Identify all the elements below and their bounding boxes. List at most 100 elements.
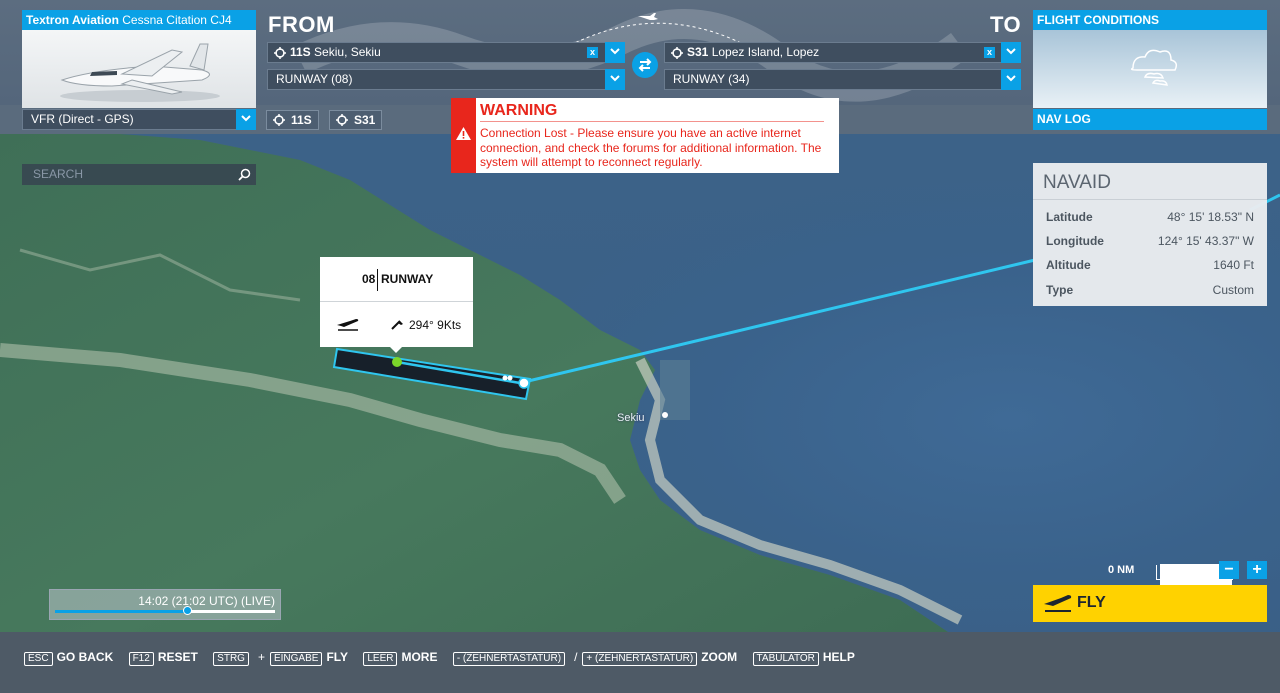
aircraft-image — [22, 30, 256, 108]
crosshair-icon — [336, 114, 348, 126]
nav-log-button[interactable]: NAV LOG — [1033, 109, 1267, 130]
navaid-key: Type — [1046, 283, 1074, 297]
runway-number: 08 — [362, 272, 376, 286]
hint-operator: / — [574, 650, 578, 664]
key-cap: ESC — [24, 652, 53, 666]
key-cap: + (ZEHNERTASTATUR) — [582, 652, 698, 666]
hint-help[interactable]: TABULATOR HELP — [752, 650, 855, 666]
zoom-out-button[interactable]: − — [1219, 561, 1239, 579]
navaid-row: Type Custom — [1046, 283, 1254, 301]
to-label: TO — [990, 12, 1022, 37]
hint-label: RESET — [157, 650, 198, 664]
hint-label: HELP — [822, 650, 855, 664]
warning-divider — [480, 121, 824, 122]
navaid-value: Custom — [1212, 283, 1254, 297]
key-cap: F12 — [128, 652, 154, 666]
runway-separator — [377, 269, 378, 291]
departure-code: 11S — [290, 45, 311, 59]
map-search[interactable] — [22, 164, 256, 185]
time-slider-handle[interactable] — [183, 606, 192, 615]
navaid-row: Longitude 124° 15' 43.37" W — [1046, 234, 1254, 252]
warning-icon — [456, 127, 471, 140]
swap-icon — [638, 58, 652, 72]
hint-label: ZOOM — [701, 650, 738, 664]
hint-more[interactable]: LEER MORE — [363, 650, 437, 666]
departure-dropdown-button[interactable] — [605, 42, 625, 63]
time-of-day-slider[interactable]: 14:02 (21:02 UTC) (LIVE) — [49, 589, 281, 620]
navaid-value: 48° 15' 18.53" N — [1167, 210, 1254, 224]
waypoint-chip-arrival[interactable]: S31 — [329, 110, 382, 130]
departure-runway-dropdown-button[interactable] — [605, 69, 625, 90]
aircraft-card[interactable]: Textron Aviation Cessna Citation CJ4 — [22, 10, 256, 108]
jet-icon — [60, 43, 220, 102]
navaid-key: Latitude — [1046, 210, 1093, 224]
arrival-runway-select[interactable]: RUNWAY (34) — [664, 69, 1021, 90]
map-place-label: Sekiu — [617, 412, 645, 424]
hint-operator: + — [257, 650, 265, 664]
fly-label: FLY — [1077, 594, 1106, 611]
flight-conditions-card[interactable]: FLIGHT CONDITIONS — [1033, 10, 1267, 108]
flight-type-value: VFR (Direct - GPS) — [31, 112, 134, 126]
zoom-in-button[interactable]: + — [1247, 561, 1267, 579]
runway-popup[interactable]: 08 RUNWAY 294° 9Kts — [320, 257, 473, 353]
departure-runway-select[interactable]: RUNWAY (08) — [267, 69, 625, 90]
hint-fly[interactable]: STRG + EINGABE FLY — [213, 650, 348, 666]
navaid-panel: NAVAID Latitude 48° 15' 18.53" N Longitu… — [1033, 163, 1267, 306]
crosshair-icon — [274, 47, 286, 59]
arrival-runway-dropdown-button[interactable] — [1001, 69, 1021, 90]
waypoint-chip-label: 11S — [291, 113, 312, 127]
waypoint-chip-departure[interactable]: 11S — [266, 110, 319, 130]
arrival-airport-field[interactable]: S31 Lopez Island, Lopez x — [664, 42, 1021, 63]
runway-popup-header: 08 RUNWAY — [320, 257, 473, 302]
clear-arrival-button[interactable]: x — [984, 47, 995, 58]
chevron-down-icon — [1006, 75, 1016, 82]
navaid-key: Longitude — [1046, 234, 1104, 248]
arrival-name: Lopez Island, Lopez — [711, 45, 820, 59]
hint-reset[interactable]: F12 RESET — [128, 650, 198, 666]
key-cap: LEER — [363, 652, 398, 666]
chevron-down-icon — [1006, 48, 1016, 55]
wind-icon — [391, 320, 403, 330]
flight-type-select[interactable]: VFR (Direct - GPS) — [22, 109, 256, 130]
popup-pointer — [389, 346, 403, 353]
key-cap: EINGABE — [269, 652, 323, 666]
search-input[interactable] — [33, 164, 223, 185]
hint-label: MORE — [401, 650, 438, 664]
key-cap: TABULATOR — [752, 652, 819, 666]
navaid-row: Altitude 1640 Ft — [1046, 258, 1254, 276]
hint-zoom[interactable]: - (ZEHNERTASTATUR) / + (ZEHNERTASTATUR) ZOO… — [452, 650, 738, 666]
departure-runway-value: RUNWAY (08) — [276, 72, 353, 86]
clear-departure-button[interactable]: x — [587, 47, 598, 58]
time-track[interactable] — [55, 606, 275, 615]
aircraft-header: Textron Aviation Cessna Citation CJ4 — [22, 10, 256, 30]
hint-label: FLY — [326, 650, 348, 664]
time-track-fill — [55, 610, 187, 613]
waypoint-chip-label: S31 — [354, 113, 376, 127]
map-scale-label: 0 NM — [1108, 564, 1135, 576]
aircraft-model: Cessna Citation CJ4 — [122, 13, 232, 27]
key-cap: - (ZEHNERTASTATUR) — [452, 652, 566, 666]
flight-type-dropdown-button[interactable] — [236, 109, 256, 130]
navaid-divider — [1033, 199, 1267, 200]
navaid-value: 1640 Ft — [1213, 258, 1254, 272]
time-label: 14:02 (21:02 UTC) (LIVE) — [138, 594, 275, 608]
crosshair-icon — [671, 47, 683, 59]
search-icon[interactable] — [238, 168, 251, 181]
runway-label: RUNWAY — [381, 272, 434, 286]
hint-go-back[interactable]: ESC GO BACK — [24, 650, 113, 666]
swap-route-button[interactable] — [632, 52, 658, 78]
navaid-value: 124° 15' 43.37" W — [1157, 234, 1254, 248]
crosshair-icon — [273, 114, 285, 126]
chevron-down-icon — [610, 75, 620, 82]
departure-airport-field[interactable]: 11S Sekiu, Sekiu x — [267, 42, 625, 63]
takeoff-icon — [337, 319, 359, 331]
arrival-dropdown-button[interactable] — [1001, 42, 1021, 63]
departure-name: Sekiu, Sekiu — [314, 45, 381, 59]
arrival-runway-value: RUNWAY (34) — [673, 72, 750, 86]
aircraft-maker: Textron Aviation — [26, 13, 119, 27]
fly-button[interactable]: FLY — [1033, 585, 1267, 622]
key-cap: STRG — [213, 652, 249, 666]
navaid-title: NAVAID — [1043, 172, 1111, 193]
chevron-down-icon — [610, 48, 620, 55]
flight-conditions-label: FLIGHT CONDITIONS — [1033, 10, 1267, 30]
